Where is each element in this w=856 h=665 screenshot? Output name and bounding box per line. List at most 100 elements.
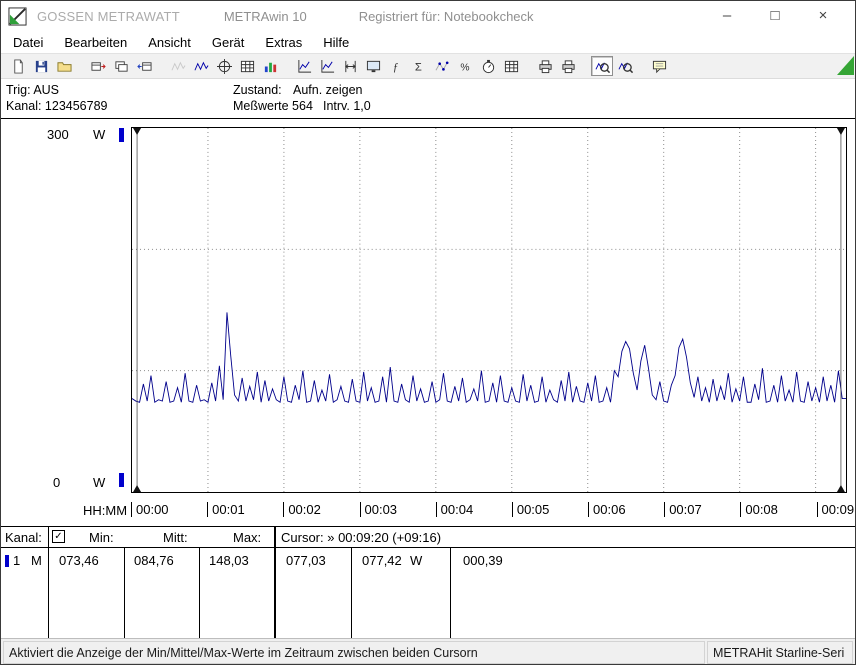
header-max: Max: <box>233 530 261 545</box>
percent-deviation-button[interactable] <box>454 56 476 76</box>
title-brand: GOSSEN METRAWATT <box>37 9 180 24</box>
menu-item-bearbeiten[interactable]: Bearbeiten <box>61 34 130 51</box>
menu-item-gert[interactable]: Gerät <box>209 34 248 51</box>
plot-area[interactable] <box>131 127 847 493</box>
chart-import-button[interactable] <box>316 56 338 76</box>
toolbar-status-indicator <box>837 56 854 75</box>
device-read-memory-button[interactable] <box>87 56 109 76</box>
view-statistics-button[interactable] <box>259 56 281 76</box>
table-divider <box>48 527 49 638</box>
view-yt-chart-button[interactable] <box>190 56 212 76</box>
minimize-button[interactable]: – <box>703 3 751 29</box>
menu-item-ansicht[interactable]: Ansicht <box>145 34 194 51</box>
maximize-button[interactable]: □ <box>751 3 799 29</box>
title-bar: GOSSEN METRAWATT METRAwin 10 Registriert… <box>1 1 855 31</box>
x-axis-ticks: 00:0000:0100:0200:0300:0400:0500:0600:07… <box>131 501 847 519</box>
menu-bar: Datei Bearbeiten Ansicht Gerät Extras Hilfe <box>1 31 855 53</box>
formula-fx-button[interactable] <box>385 56 407 76</box>
y-axis-max-value: 300 <box>47 127 69 142</box>
sample-count: Meßwerte 564 <box>233 99 313 113</box>
x-axis-title: HH:MM <box>83 503 127 518</box>
row-delta-value: 000,39 <box>463 553 503 568</box>
chart-scale-icon <box>343 59 358 74</box>
menu-item-datei[interactable]: Datei <box>10 34 46 51</box>
window-controls: – □ × <box>703 3 847 29</box>
x-tick-label: 00:03 <box>360 502 398 517</box>
row-min-value: 073,46 <box>59 553 99 568</box>
row-max-value: 148,03 <box>209 553 249 568</box>
chart-export-button[interactable] <box>293 56 315 76</box>
channel-visible-checkbox[interactable]: ✓ <box>52 530 65 543</box>
table-divider <box>351 547 352 638</box>
comment-note-button[interactable] <box>648 56 670 76</box>
view-curve-button[interactable] <box>167 56 189 76</box>
interval-timer-button[interactable] <box>477 56 499 76</box>
event-table-button[interactable] <box>500 56 522 76</box>
chart-scale-button[interactable] <box>339 56 361 76</box>
online-display-icon <box>366 59 381 74</box>
table-header-separator <box>1 547 855 548</box>
acquisition-status-panel: Trig: AUS Kanal: 123456789 Zustand: Aufn… <box>1 79 855 118</box>
title-registration: Registriert für: Notebookcheck <box>359 9 534 24</box>
zoom-value-axis-icon <box>618 59 633 74</box>
channel-color-marker-top <box>119 128 124 142</box>
x-tick-label: 00:07 <box>664 502 702 517</box>
chart-panel: 300 W 0 W HH:MM 00:0000:0100:0200:0300:0… <box>1 118 855 526</box>
app-window: GOSSEN METRAWATT METRAwin 10 Registriert… <box>0 0 856 665</box>
channel-list: Kanal: 123456789 <box>6 99 107 113</box>
row-cursor1-value: 077,03 <box>286 553 326 568</box>
zoom-value-axis-button[interactable] <box>614 56 636 76</box>
zoom-time-axis-button[interactable] <box>591 56 613 76</box>
row-mitt-value: 084,76 <box>134 553 174 568</box>
title-app-name: METRAwin 10 <box>224 9 307 24</box>
close-button[interactable]: × <box>799 3 847 29</box>
y-axis-min-unit: W <box>93 475 105 490</box>
sampled-points-icon <box>435 59 450 74</box>
view-statistics-icon <box>263 59 278 74</box>
device-read-memory-icon <box>91 59 106 74</box>
menu-item-extras[interactable]: Extras <box>262 34 305 51</box>
x-tick-label: 00:05 <box>512 502 550 517</box>
sampled-points-button[interactable] <box>431 56 453 76</box>
row-channel-flag: M <box>31 553 42 568</box>
device-memory-button[interactable] <box>110 56 132 76</box>
file-open-button[interactable] <box>53 56 75 76</box>
x-tick-label: 00:04 <box>436 502 474 517</box>
channel-color-marker-bottom <box>119 473 124 487</box>
file-new-button[interactable] <box>7 56 29 76</box>
row-unit: W <box>410 553 422 568</box>
file-save-button[interactable] <box>30 56 52 76</box>
y-axis-max-unit: W <box>93 127 105 142</box>
table-divider <box>450 547 451 638</box>
print-options-icon <box>561 59 576 74</box>
comment-note-icon <box>652 59 667 74</box>
view-table-icon <box>240 59 255 74</box>
state-label: Zustand: <box>233 83 282 97</box>
view-curve-icon <box>171 59 186 74</box>
app-logo-icon <box>8 7 27 26</box>
chart-export-icon <box>297 59 312 74</box>
print-button[interactable] <box>534 56 556 76</box>
menu-item-hilfe[interactable]: Hilfe <box>320 34 352 51</box>
formula-fx-icon <box>389 59 404 74</box>
device-write-memory-button[interactable] <box>133 56 155 76</box>
status-bar: Aktiviert die Anzeige der Min/Mittel/Max… <box>1 638 855 665</box>
measurement-table: Kanal: ✓ Min: Mitt: Max: Cursor: » 00:09… <box>1 526 855 638</box>
y-axis-min-value: 0 <box>53 475 60 490</box>
view-table-button[interactable] <box>236 56 258 76</box>
state-value: Aufn. zeigen <box>293 83 363 97</box>
header-kanal: Kanal: <box>5 530 42 545</box>
print-icon <box>538 59 553 74</box>
print-options-button[interactable] <box>557 56 579 76</box>
header-cursor: Cursor: » 00:09:20 (+09:16) <box>281 530 441 545</box>
sigma-statistics-button[interactable] <box>408 56 430 76</box>
statusbar-device: METRAHit Starline-Seri <box>707 641 853 664</box>
statusbar-message: Aktiviert die Anzeige der Min/Mittel/Max… <box>3 641 705 664</box>
view-xy-chart-button[interactable] <box>213 56 235 76</box>
online-display-button[interactable] <box>362 56 384 76</box>
header-min: Min: <box>89 530 114 545</box>
x-tick-label: 00:06 <box>588 502 626 517</box>
sample-interval: Intrv. 1,0 <box>323 99 371 113</box>
x-tick-label: 00:02 <box>283 502 321 517</box>
x-tick-label: 00:00 <box>131 502 169 517</box>
